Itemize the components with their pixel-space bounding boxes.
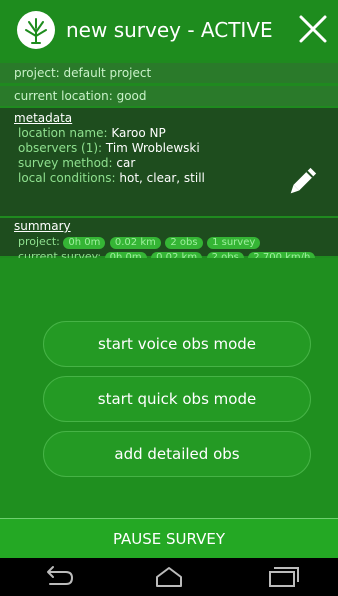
location-name-line: location name: Karoo NP: [14, 126, 324, 141]
summary-panel: summary project: 0h 0m 0.02 km 2 obs 1 s…: [0, 218, 338, 264]
project-distance-pill: 0.02 km: [109, 237, 161, 249]
metadata-section-title: metadata: [14, 111, 73, 125]
summary-section-title: summary: [14, 219, 71, 233]
location-status-row: current location: good: [0, 86, 338, 106]
add-detailed-obs-button[interactable]: add detailed obs: [43, 431, 311, 477]
pencil-icon[interactable]: [284, 164, 320, 200]
survey-method-line: survey method: car: [14, 156, 324, 171]
observers-line: observers (1): Tim Wroblewski: [14, 141, 324, 156]
close-icon[interactable]: [296, 12, 330, 46]
page-title: new survey - ACTIVE: [66, 18, 273, 42]
location-name-value: Karoo NP: [111, 126, 166, 140]
project-obs-pill: 2 obs: [165, 237, 203, 249]
observers-value: Tim Wroblewski: [105, 141, 200, 155]
local-conditions-line: local conditions: hot, clear, still: [14, 171, 324, 186]
back-icon[interactable]: [36, 564, 76, 590]
project-summary-line: project: 0h 0m 0.02 km 2 obs 1 survey: [14, 234, 324, 249]
pause-survey-button[interactable]: PAUSE SURVEY: [0, 518, 338, 558]
location-name-label: location name:: [18, 126, 108, 140]
survey-method-label: survey method:: [18, 156, 113, 170]
system-nav-bar: [0, 558, 338, 596]
local-conditions-label: local conditions:: [18, 171, 116, 185]
metadata-panel[interactable]: metadata location name: Karoo NP observe…: [0, 108, 338, 216]
recents-icon[interactable]: [262, 564, 302, 590]
home-icon[interactable]: [149, 564, 189, 590]
project-status-row: project: default project: [0, 63, 338, 83]
project-duration-pill: 0h 0m: [63, 237, 106, 249]
tree-logo-icon: [16, 10, 56, 50]
start-quick-obs-button[interactable]: start quick obs mode: [43, 376, 311, 422]
project-surveys-pill: 1 survey: [207, 237, 261, 249]
observers-label: observers (1):: [18, 141, 103, 155]
local-conditions-value: hot, clear, still: [119, 171, 205, 185]
app-header: new survey - ACTIVE: [0, 0, 338, 60]
project-summary-label: project:: [18, 235, 60, 248]
start-voice-obs-button[interactable]: start voice obs mode: [43, 321, 311, 367]
survey-method-value: car: [116, 156, 136, 170]
